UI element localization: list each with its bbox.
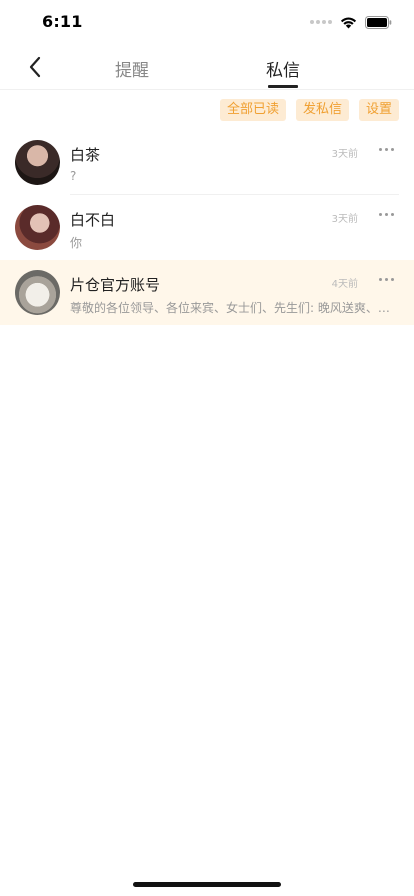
status-time: 6:11	[42, 12, 83, 31]
more-options-icon[interactable]	[379, 148, 394, 151]
message-list: 白茶 ? 3天前 白不白 你 3天前 片仓官方账号 尊敬的各位领导、各位来宾、女…	[0, 130, 414, 325]
nav-bar: 提醒 私信	[0, 44, 414, 90]
contact-name: 白不白	[70, 211, 116, 229]
mark-all-read-button[interactable]: 全部已读	[219, 99, 286, 121]
home-indicator	[133, 882, 281, 887]
list-item[interactable]: 白茶 ? 3天前	[0, 130, 414, 195]
message-time: 4天前	[331, 279, 358, 290]
message-time: 3天前	[331, 214, 358, 225]
more-options-icon[interactable]	[379, 213, 394, 216]
status-bar: 6:11	[0, 0, 414, 44]
action-bar: 全部已读 发私信 设置	[219, 99, 399, 121]
list-item[interactable]: 白不白 你 3天前	[0, 195, 414, 260]
send-message-button[interactable]: 发私信	[295, 99, 349, 121]
message-preview: 你	[70, 236, 83, 250]
avatar[interactable]	[15, 270, 60, 315]
back-button[interactable]	[22, 54, 48, 80]
avatar[interactable]	[15, 205, 60, 250]
message-preview: ?	[70, 169, 77, 183]
status-icons	[310, 14, 392, 30]
tab-messages[interactable]: 私信	[266, 56, 300, 81]
message-time: 3天前	[331, 149, 358, 160]
contact-name: 片仓官方账号	[70, 276, 161, 294]
wifi-icon	[340, 17, 357, 28]
active-tab-indicator	[268, 85, 298, 88]
battery-icon	[365, 15, 392, 29]
settings-button[interactable]: 设置	[358, 99, 399, 121]
message-preview: 尊敬的各位领导、各位来宾、女士们、先生们: 晚风送爽、丹桂飘香	[70, 301, 396, 315]
cellular-signal-icon	[310, 20, 332, 24]
more-options-icon[interactable]	[379, 278, 394, 281]
list-item[interactable]: 片仓官方账号 尊敬的各位领导、各位来宾、女士们、先生们: 晚风送爽、丹桂飘香 4…	[0, 260, 414, 325]
avatar[interactable]	[15, 140, 60, 185]
tab-reminder[interactable]: 提醒	[115, 56, 149, 81]
contact-name: 白茶	[70, 146, 101, 164]
chevron-left-icon	[29, 56, 41, 78]
